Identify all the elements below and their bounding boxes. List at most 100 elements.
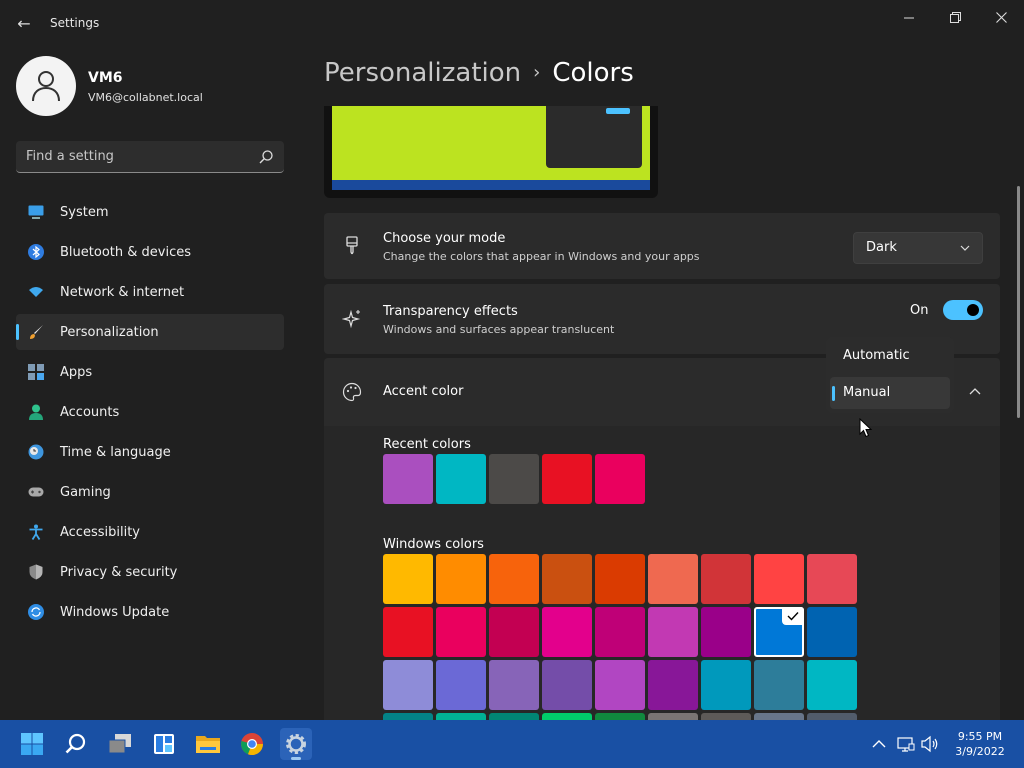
sidebar-item-apps[interactable]: Apps	[16, 354, 284, 390]
color-swatch[interactable]	[701, 660, 751, 710]
breadcrumb-parent[interactable]: Personalization	[324, 58, 521, 88]
wifi-icon	[29, 287, 43, 297]
color-swatch[interactable]	[595, 454, 645, 504]
settings-taskbar-button[interactable]	[280, 728, 312, 760]
search-input[interactable]	[16, 141, 252, 172]
scrollbar[interactable]	[1017, 186, 1020, 418]
sidebar-item-time-language[interactable]: Time & language	[16, 434, 284, 470]
taskbar-search-button[interactable]	[60, 728, 92, 760]
sidebar-item-windows-update[interactable]: Windows Update	[16, 594, 284, 630]
color-swatch[interactable]	[489, 660, 539, 710]
file-explorer-button[interactable]	[192, 728, 224, 760]
mouse-cursor-icon	[859, 418, 873, 438]
color-swatch[interactable]	[595, 554, 645, 604]
color-swatch[interactable]	[383, 454, 433, 504]
color-swatch[interactable]	[436, 607, 486, 657]
accent-color-panel: Recent colors Windows colors	[324, 426, 1000, 720]
color-swatch[interactable]	[383, 713, 433, 720]
sidebar-item-label: Gaming	[60, 484, 111, 500]
mode-dropdown[interactable]: Dark	[853, 232, 983, 264]
task-view-button[interactable]	[104, 728, 136, 760]
close-button[interactable]	[978, 4, 1024, 32]
color-swatch[interactable]	[648, 713, 698, 720]
settings-window: ← Settings VM6 VM6@collabnet.local Find …	[0, 0, 1024, 720]
system-clock[interactable]: 9:55 PM 3/9/2022	[948, 729, 1012, 759]
sidebar-item-accessibility[interactable]: Accessibility	[16, 514, 284, 550]
app-title: Settings	[50, 16, 100, 30]
transparency-toggle[interactable]	[943, 300, 983, 320]
apps-icon	[28, 364, 44, 380]
sparkle-icon	[342, 309, 361, 329]
color-swatch[interactable]	[542, 554, 592, 604]
widgets-button[interactable]	[148, 728, 180, 760]
minimize-button[interactable]	[886, 4, 932, 32]
sidebar-item-label: Privacy & security	[60, 564, 178, 580]
chrome-button[interactable]	[236, 728, 268, 760]
sidebar-item-system[interactable]: System	[16, 194, 284, 230]
widgets-icon	[154, 734, 174, 754]
dropdown-option-automatic[interactable]: Automatic	[830, 340, 950, 372]
toggle-knob	[967, 304, 979, 316]
color-swatch[interactable]	[436, 660, 486, 710]
sidebar-item-accounts[interactable]: Accounts	[16, 394, 284, 430]
color-swatch[interactable]	[807, 713, 857, 720]
color-swatch[interactable]	[754, 607, 804, 657]
color-swatch[interactable]	[489, 713, 539, 720]
color-swatch[interactable]	[807, 554, 857, 604]
start-button[interactable]	[16, 728, 48, 760]
color-swatch[interactable]	[595, 660, 645, 710]
transparency-title: Transparency effects	[383, 304, 518, 319]
color-swatch[interactable]	[383, 660, 433, 710]
color-swatch[interactable]	[542, 607, 592, 657]
color-swatch[interactable]	[542, 454, 592, 504]
color-swatch[interactable]	[489, 554, 539, 604]
avatar	[16, 56, 76, 116]
windows-colors-label: Windows colors	[383, 537, 484, 552]
back-button[interactable]: ←	[12, 12, 36, 36]
sidebar-item-bluetooth[interactable]: Bluetooth & devices	[16, 234, 284, 270]
breadcrumb: Personalization › Colors	[324, 58, 634, 88]
color-swatch[interactable]	[595, 607, 645, 657]
color-swatch[interactable]	[542, 713, 592, 720]
chevron-up-icon[interactable]	[969, 387, 981, 397]
color-swatch[interactable]	[383, 607, 433, 657]
color-swatch[interactable]	[383, 554, 433, 604]
color-swatch[interactable]	[701, 554, 751, 604]
color-swatch[interactable]	[701, 713, 751, 720]
color-swatch[interactable]	[807, 660, 857, 710]
transparency-state-label: On	[910, 303, 929, 318]
color-swatch[interactable]	[754, 660, 804, 710]
volume-icon[interactable]	[920, 734, 940, 754]
color-swatch[interactable]	[754, 554, 804, 604]
sidebar-item-personalization[interactable]: Personalization	[16, 314, 284, 350]
task-view-icon	[108, 734, 131, 754]
network-icon[interactable]	[896, 734, 916, 754]
maximize-button[interactable]	[932, 4, 978, 32]
color-swatch[interactable]	[542, 660, 592, 710]
color-swatch[interactable]	[489, 454, 539, 504]
color-swatch[interactable]	[436, 454, 486, 504]
color-swatch[interactable]	[807, 607, 857, 657]
color-swatch[interactable]	[595, 713, 645, 720]
color-swatch[interactable]	[489, 607, 539, 657]
color-swatch[interactable]	[648, 660, 698, 710]
color-swatch[interactable]	[754, 713, 804, 720]
chrome-icon	[241, 733, 264, 756]
sidebar-item-gaming[interactable]: Gaming	[16, 474, 284, 510]
color-swatch[interactable]	[436, 713, 486, 720]
settings-icon	[286, 734, 306, 754]
search-icon[interactable]	[258, 149, 274, 165]
chevron-up-icon[interactable]	[869, 734, 889, 754]
dropdown-option-manual[interactable]: Manual	[830, 377, 950, 409]
sidebar-item-label: Time & language	[60, 444, 171, 460]
clock-time: 9:55 PM	[957, 730, 1003, 743]
search-box[interactable]	[16, 141, 284, 173]
color-swatch[interactable]	[648, 607, 698, 657]
color-swatch[interactable]	[701, 607, 751, 657]
sidebar-item-label: Personalization	[60, 324, 159, 340]
sidebar-item-network[interactable]: Network & internet	[16, 274, 284, 310]
color-swatch[interactable]	[436, 554, 486, 604]
preview-window	[546, 106, 642, 168]
color-swatch[interactable]	[648, 554, 698, 604]
sidebar-item-privacy-security[interactable]: Privacy & security	[16, 554, 284, 590]
